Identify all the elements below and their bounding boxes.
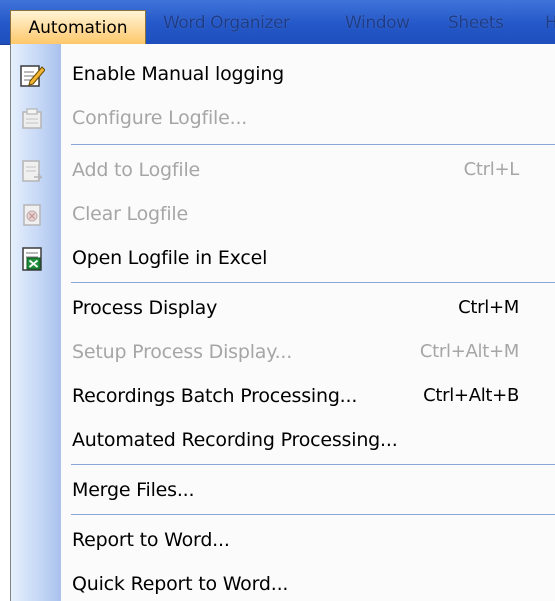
menu-item-label: Clear Logfile — [72, 203, 189, 225]
menu-word-organizer[interactable]: Word Organizer — [163, 8, 290, 38]
menu-item-label: Configure Logfile... — [72, 107, 248, 129]
menu-item-add-to-logfile[interactable]: Add to Logfile Ctrl+L — [11, 148, 555, 192]
menu-item-recordings-batch-processing[interactable]: Recordings Batch Processing... Ctrl+Alt+… — [11, 374, 555, 418]
notepad-pencil-icon — [20, 65, 45, 87]
menu-bar: Word Organizer Window Sheets H Automatio… — [0, 0, 555, 45]
menu-item-label: Process Display — [72, 297, 218, 319]
menu-sheets[interactable]: Sheets — [448, 8, 504, 38]
app-window: Word Organizer Window Sheets H Automatio… — [0, 0, 555, 601]
menu-item-shortcut: Ctrl+Alt+M — [419, 341, 519, 362]
menu-item-merge-files[interactable]: Merge Files... — [11, 468, 555, 512]
menu-item-label: Automated Recording Processing... — [72, 429, 398, 451]
menu-item-process-display[interactable]: Process Display Ctrl+M — [11, 286, 555, 330]
menu-automation[interactable]: Automation — [10, 10, 146, 44]
menu-item-quick-report-to-word[interactable]: Quick Report to Word... — [11, 562, 555, 601]
menu-item-label: Open Logfile in Excel — [72, 247, 268, 269]
automation-dropdown-menu: Enable Manual logging Configure Logfile.… — [10, 44, 555, 601]
menu-item-label: Quick Report to Word... — [72, 573, 289, 595]
menu-item-label: Enable Manual logging — [72, 63, 285, 85]
add-log-icon — [22, 160, 43, 182]
menu-item-shortcut: Ctrl+M — [458, 297, 519, 318]
menu-item-clear-logfile[interactable]: Clear Logfile — [11, 192, 555, 236]
menu-item-shortcut: Ctrl+L — [463, 159, 520, 180]
menu-item-automated-recording-processing[interactable]: Automated Recording Processing... — [11, 418, 555, 462]
menu-item-label: Merge Files... — [72, 479, 195, 501]
menu-item-shortcut: Ctrl+Alt+B — [423, 385, 519, 406]
menu-separator — [71, 282, 555, 283]
menu-item-enable-manual-logging[interactable]: Enable Manual logging — [11, 52, 555, 96]
menu-separator — [71, 514, 555, 515]
menu-window[interactable]: Window — [345, 8, 410, 38]
menu-separator — [71, 144, 555, 145]
menu-item-setup-process-display[interactable]: Setup Process Display... Ctrl+Alt+M — [11, 330, 555, 374]
menu-item-configure-logfile[interactable]: Configure Logfile... — [11, 96, 555, 140]
configure-logfile-icon — [22, 108, 42, 129]
menu-item-open-logfile-in-excel[interactable]: Open Logfile in Excel — [11, 236, 555, 280]
menu-item-report-to-word[interactable]: Report to Word... — [11, 518, 555, 562]
menu-item-label: Recordings Batch Processing... — [72, 385, 358, 407]
menu-separator — [71, 464, 555, 465]
menu-item-label: Report to Word... — [72, 529, 230, 551]
clear-log-icon — [23, 204, 41, 226]
menu-item-label: Add to Logfile — [72, 159, 201, 181]
excel-icon — [22, 247, 42, 271]
menu-help-partial[interactable]: H — [545, 8, 555, 38]
menu-item-label: Setup Process Display... — [72, 341, 293, 363]
